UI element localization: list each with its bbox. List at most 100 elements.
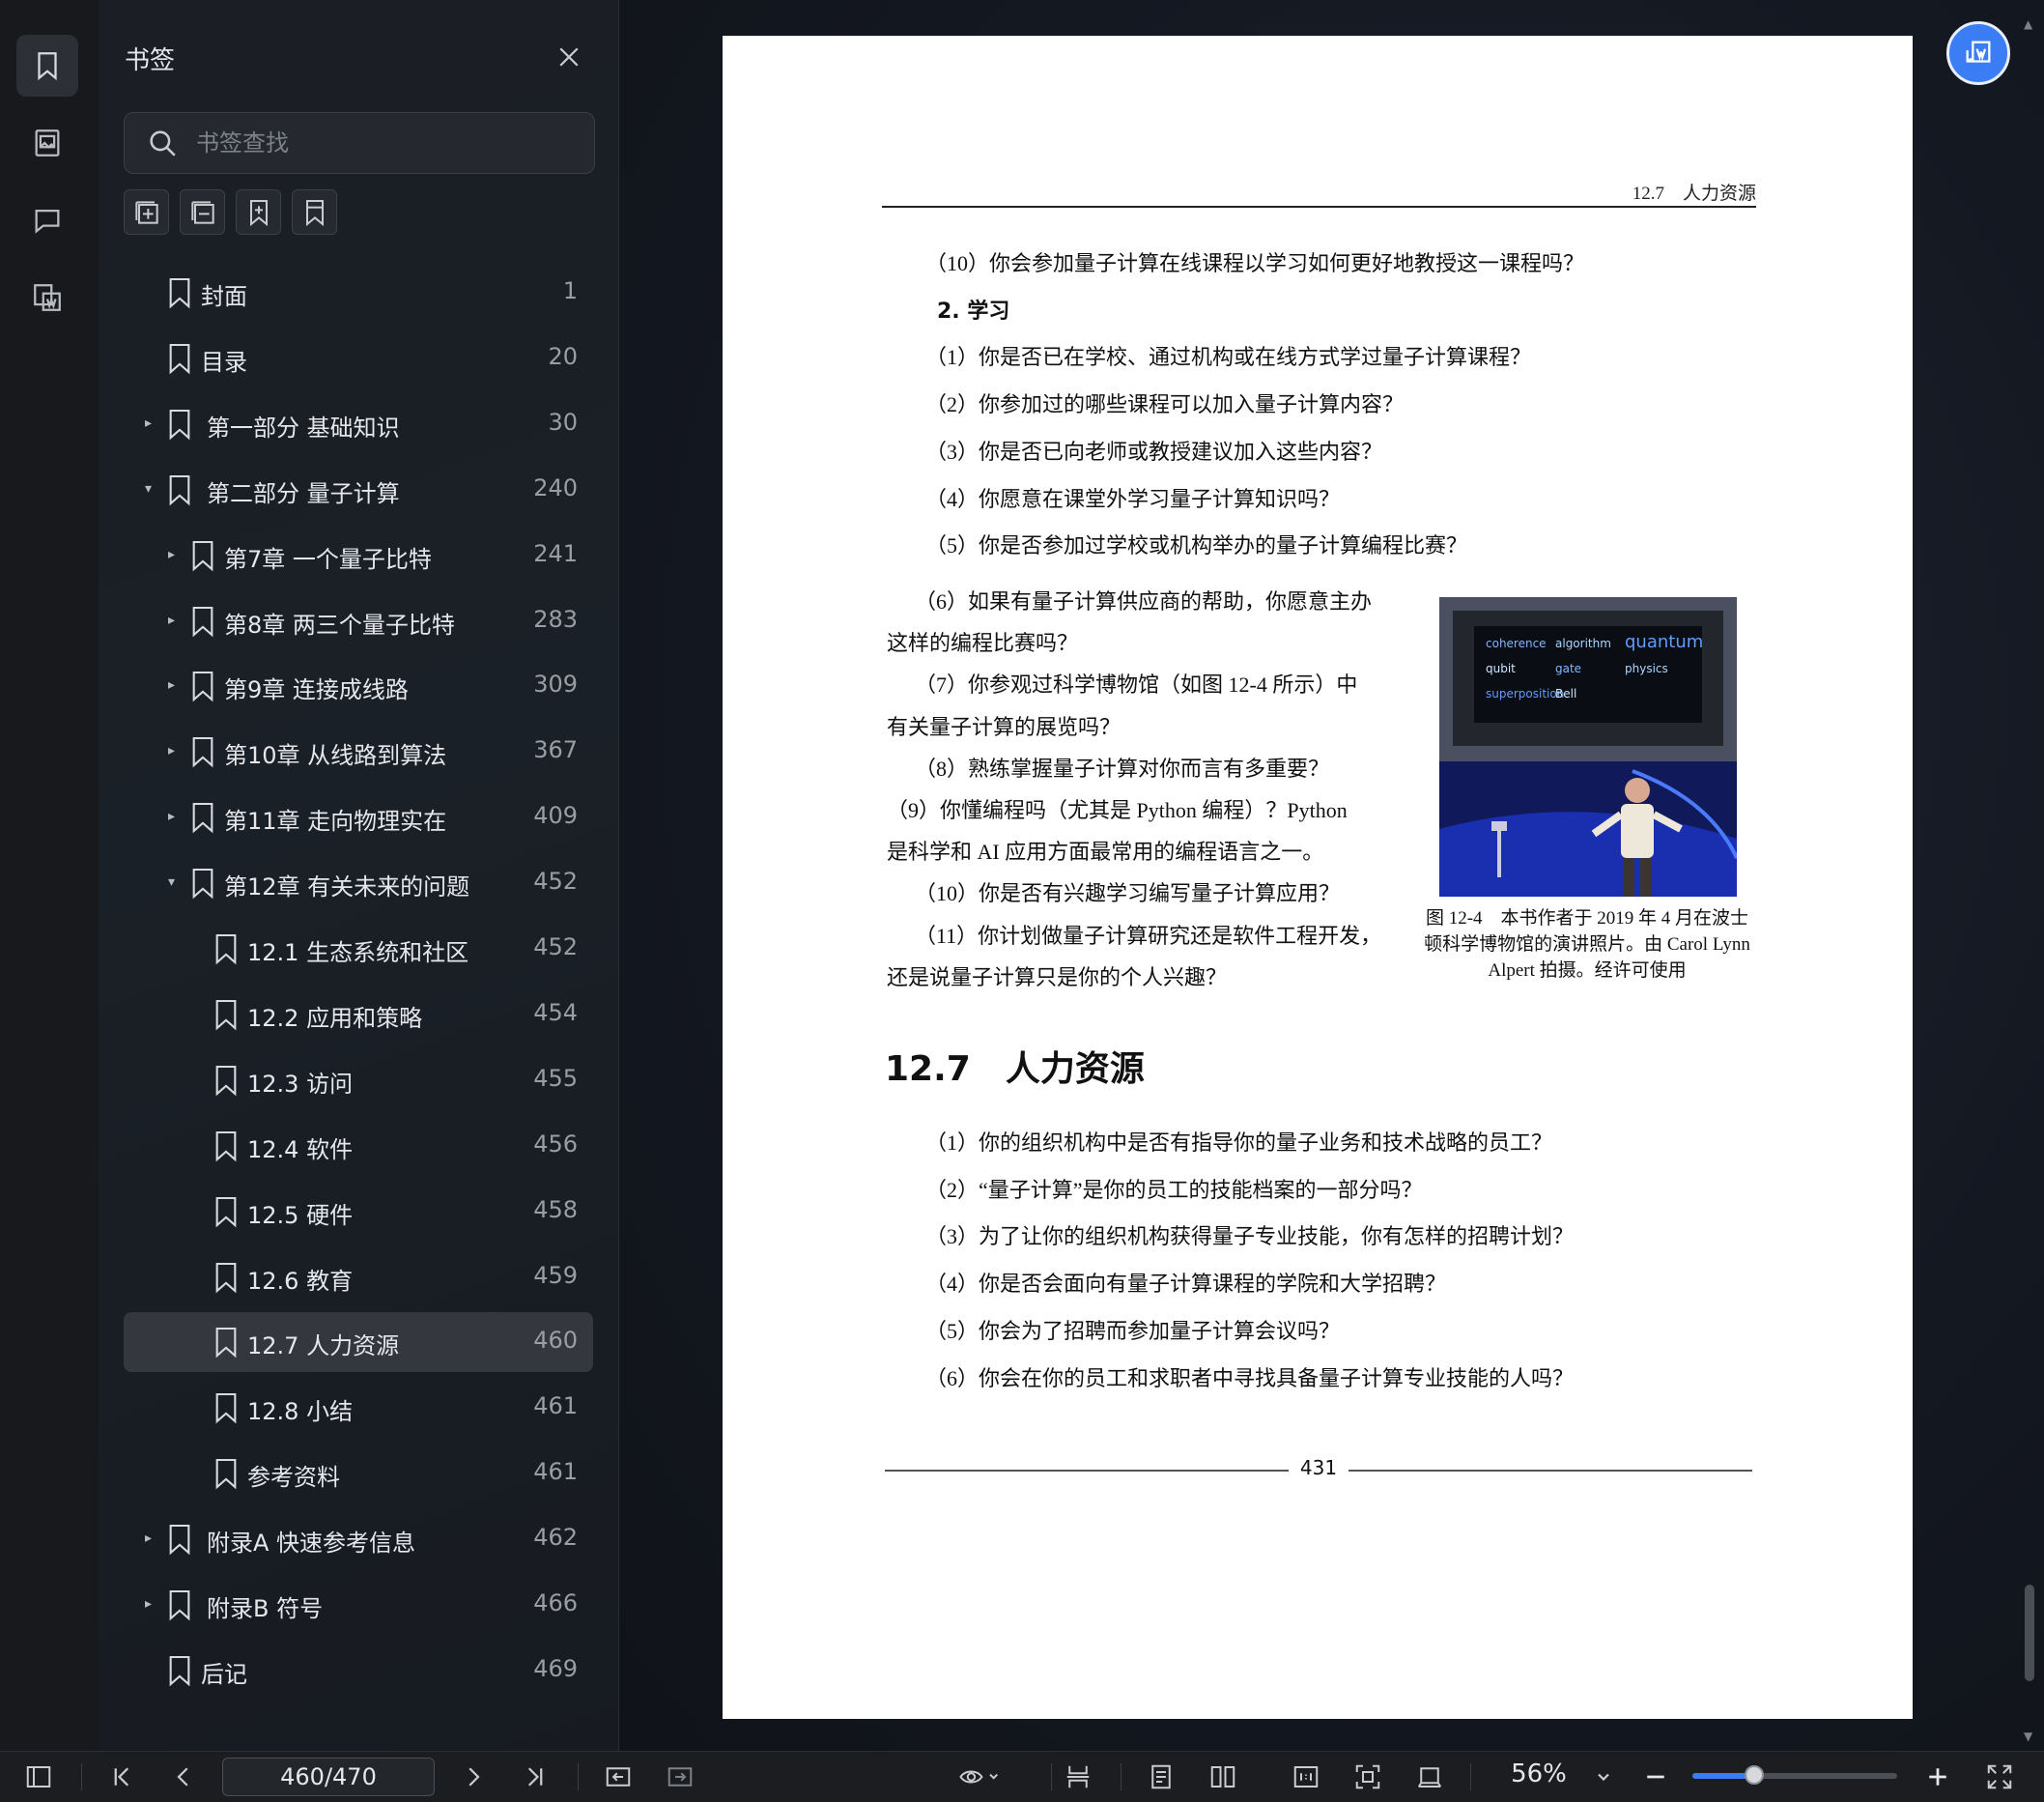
bookmark-current-button[interactable]	[292, 189, 337, 235]
collapse-all-button[interactable]	[180, 189, 225, 235]
body-text-line: （9）你懂编程吗（尤其是 Python 编程）？Python	[887, 798, 1348, 822]
fullscreen-button[interactable]	[1982, 1759, 2017, 1794]
body-text-line: （5）你会为了招聘而参加量子计算会议吗？	[925, 1319, 1341, 1343]
continuous-scroll-button[interactable]	[1061, 1759, 1095, 1794]
bookmark-icon	[215, 1065, 237, 1097]
eye-comfort-button[interactable]	[951, 1759, 1008, 1794]
bookmark-item[interactable]: 12.5 硬件 458	[124, 1182, 593, 1242]
first-page-button[interactable]	[104, 1759, 139, 1794]
thumbnails-tab[interactable]	[16, 112, 78, 174]
bookmark-icon	[192, 540, 213, 572]
bookmark-search-input[interactable]	[194, 123, 584, 163]
bookmark-page-number: 456	[533, 1130, 578, 1158]
zoom-slider-handle[interactable]	[1744, 1765, 1764, 1785]
zoom-out-button[interactable]	[1638, 1759, 1673, 1794]
actual-size-button[interactable]	[1289, 1759, 1323, 1794]
zoom-slider[interactable]	[1692, 1765, 1897, 1785]
bookmark-page-number: 462	[533, 1524, 578, 1551]
fit-page-button[interactable]	[1350, 1759, 1385, 1794]
last-page-icon	[527, 1767, 543, 1787]
bookmark-icon	[215, 1327, 237, 1359]
bookmark-page-number: 460	[533, 1327, 578, 1354]
bookmark-item[interactable]: 12.7 人力资源 460	[124, 1312, 593, 1372]
bookmark-item[interactable]: ▸ 第9章 连接成线路 309	[124, 656, 593, 716]
bookmark-item[interactable]: 参考资料 461	[124, 1444, 593, 1503]
bookmark-item[interactable]: ▸ 第11章 走向物理实在 409	[124, 787, 593, 847]
expand-arrow-icon[interactable]: ▸	[168, 610, 182, 631]
bookmark-item[interactable]: 12.3 访问 455	[124, 1050, 593, 1110]
bookmark-item[interactable]: ▸ 第7章 一个量子比特 241	[124, 526, 593, 586]
two-page-button[interactable]	[1206, 1759, 1240, 1794]
outline-tab[interactable]	[16, 267, 78, 329]
bookmark-page-number: 455	[533, 1065, 578, 1092]
image-icon	[35, 129, 60, 157]
bookmark-item[interactable]: 封面 1	[124, 263, 593, 323]
bookmark-label: 12.8 小结	[247, 1398, 354, 1425]
rotate-button[interactable]	[1412, 1759, 1447, 1794]
bookmark-icon	[169, 277, 190, 309]
previous-page-button[interactable]	[166, 1759, 201, 1794]
figure-wordcloud-word: algorithm	[1555, 637, 1611, 650]
bookmarks-tab[interactable]	[16, 35, 78, 97]
fullscreen-icon	[1987, 1764, 2012, 1789]
next-page-button[interactable]	[456, 1759, 491, 1794]
expand-arrow-icon[interactable]: ▸	[145, 1593, 158, 1615]
bookmark-item[interactable]: 12.2 应用和策略 454	[124, 985, 593, 1044]
expand-arrow-icon[interactable]: ▸	[168, 806, 182, 827]
zoom-dropdown-button[interactable]	[1586, 1759, 1621, 1794]
body-text-line: （6）你会在你的员工和求职者中寻找具备量子计算专业技能的人吗？	[925, 1366, 1575, 1390]
scroll-down-arrow[interactable]: ▼	[2024, 1730, 2032, 1743]
bookmark-icon	[192, 736, 213, 768]
comments-tab[interactable]	[16, 189, 78, 251]
vertical-scrollbar[interactable]	[2025, 1585, 2034, 1681]
expand-arrow-icon[interactable]: ▸	[168, 544, 182, 565]
expand-arrow-icon[interactable]: ▸	[145, 413, 158, 434]
section-heading: 12.7 人力资源	[885, 1049, 1145, 1089]
go-forward-button[interactable]	[663, 1759, 697, 1794]
bookmark-page-number: 30	[548, 409, 578, 436]
footer-rule-right	[1348, 1470, 1752, 1472]
zoom-level[interactable]: 56%	[1495, 1759, 1582, 1788]
bookmark-item[interactable]: 12.6 教育 459	[124, 1247, 593, 1307]
single-page-button[interactable]	[1144, 1759, 1178, 1794]
page-number-input[interactable]: 460/470	[222, 1758, 435, 1796]
bookmark-item[interactable]: ▾ 第12章 有关未来的问题 452	[124, 853, 593, 913]
expand-arrow-icon[interactable]: ▸	[168, 674, 182, 696]
bookmark-icon	[169, 1655, 190, 1687]
bookmark-item[interactable]: 12.8 小结 461	[124, 1378, 593, 1438]
bookmark-item[interactable]: ▾ 第二部分 量子计算 240	[124, 460, 593, 520]
figure-wordcloud-word: physics	[1625, 662, 1668, 675]
bookmark-page-number: 454	[533, 999, 578, 1026]
close-icon[interactable]	[554, 43, 583, 72]
toggle-sidebar-button[interactable]	[21, 1759, 56, 1794]
convert-button[interactable]	[1946, 21, 2010, 85]
left-icon-rail	[0, 0, 99, 1751]
add-bookmark-button[interactable]	[236, 189, 281, 235]
bookmark-item[interactable]: 后记 469	[124, 1641, 593, 1701]
expand-arrow-icon[interactable]: ▸	[145, 1528, 158, 1549]
bookmark-item[interactable]: ▸ 第一部分 基础知识 30	[124, 394, 593, 454]
bookmark-item[interactable]: 目录 20	[124, 329, 593, 388]
expand-all-button[interactable]	[124, 189, 169, 235]
figure-wordcloud-word: coherence	[1486, 637, 1547, 650]
bookmark-item[interactable]: 12.4 软件 456	[124, 1116, 593, 1176]
body-text-line: （3）你是否已向老师或教授建议加入这些内容？	[925, 440, 1383, 464]
figure-caption: 图 12-4 本书作者于 2019 年 4 月在波士顿科学博物馆的演讲照片。由 …	[1424, 908, 1750, 981]
bookmark-item[interactable]: ▸ 附录B 符号 466	[124, 1575, 593, 1635]
bookmark-item[interactable]: ▸ 第10章 从线路到算法 367	[124, 722, 593, 782]
bookmark-item[interactable]: ▸ 附录A 快速参考信息 462	[124, 1509, 593, 1569]
last-page-button[interactable]	[518, 1759, 553, 1794]
bookmark-label: 第10章 从线路到算法	[224, 742, 447, 769]
document-viewer[interactable]: 12.7 人力资源 coherence algorithm quantum qubit…	[619, 0, 2044, 1751]
bookmark-page-number: 367	[533, 736, 578, 763]
collapse-arrow-icon[interactable]: ▾	[145, 478, 158, 500]
bookmark-item[interactable]: 12.1 生态系统和社区 452	[124, 919, 593, 979]
zoom-in-button[interactable]	[1920, 1759, 1955, 1794]
bookmark-item[interactable]: ▸ 第8章 两三个量子比特 283	[124, 591, 593, 651]
bookmark-page-number: 461	[533, 1458, 578, 1485]
go-back-button[interactable]	[601, 1759, 636, 1794]
bookmark-page-number: 469	[533, 1655, 578, 1682]
collapse-arrow-icon[interactable]: ▾	[168, 872, 182, 893]
expand-arrow-icon[interactable]: ▸	[168, 740, 182, 761]
scroll-up-arrow[interactable]: ▲	[2024, 17, 2032, 31]
